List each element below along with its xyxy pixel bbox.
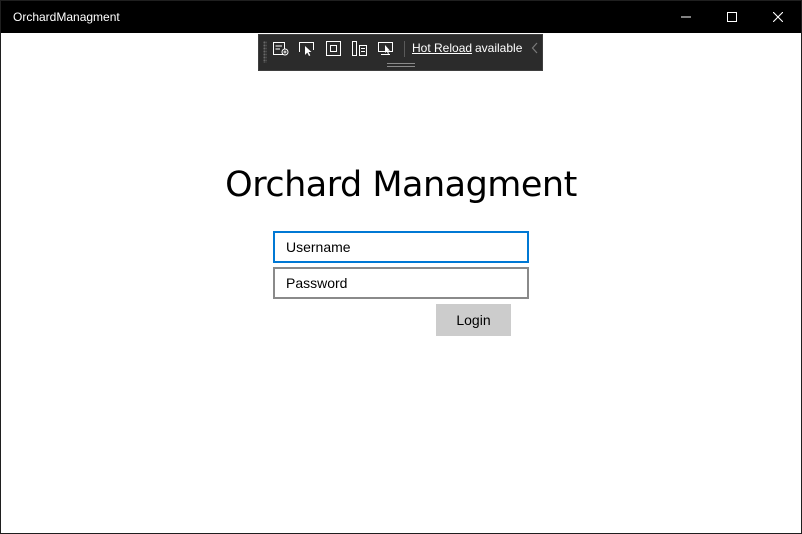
track-focus-icon — [351, 41, 369, 57]
maximize-button[interactable] — [709, 1, 755, 33]
display-layout-adorners-icon — [325, 41, 343, 57]
binding-failures-icon — [377, 41, 395, 57]
title-bar[interactable]: OrchardManagment — [1, 1, 801, 33]
chevron-left-icon — [531, 42, 539, 57]
minimize-icon — [681, 12, 691, 22]
select-element-icon — [298, 41, 316, 57]
toolbar-separator — [404, 41, 405, 57]
track-focus-button[interactable] — [350, 40, 370, 58]
toolbar-drag-handle[interactable] — [387, 63, 415, 67]
binding-failures-button[interactable] — [376, 40, 396, 58]
live-visual-tree-icon — [272, 41, 290, 57]
hot-reload-link[interactable]: Hot Reload — [412, 41, 472, 55]
username-input[interactable] — [273, 231, 529, 263]
in-app-dev-toolbar: Hot Reload available — [258, 34, 543, 71]
maximize-icon — [727, 12, 737, 22]
page-title: Orchard Managment — [225, 165, 577, 205]
collapse-toolbar-button[interactable] — [531, 42, 539, 57]
app-window: OrchardManagment Hot Reload available Or… — [0, 0, 802, 534]
window-title: OrchardManagment — [13, 10, 120, 24]
toolbar-grip[interactable] — [263, 41, 267, 63]
login-button[interactable]: Login — [436, 304, 511, 336]
close-button[interactable] — [755, 1, 801, 33]
display-layout-adorners-button[interactable] — [324, 40, 344, 58]
live-visual-tree-button[interactable] — [271, 40, 291, 58]
password-input[interactable] — [273, 267, 529, 299]
minimize-button[interactable] — [663, 1, 709, 33]
hot-reload-status: available — [475, 41, 523, 55]
select-element-button[interactable] — [297, 40, 317, 58]
close-icon — [773, 12, 783, 22]
